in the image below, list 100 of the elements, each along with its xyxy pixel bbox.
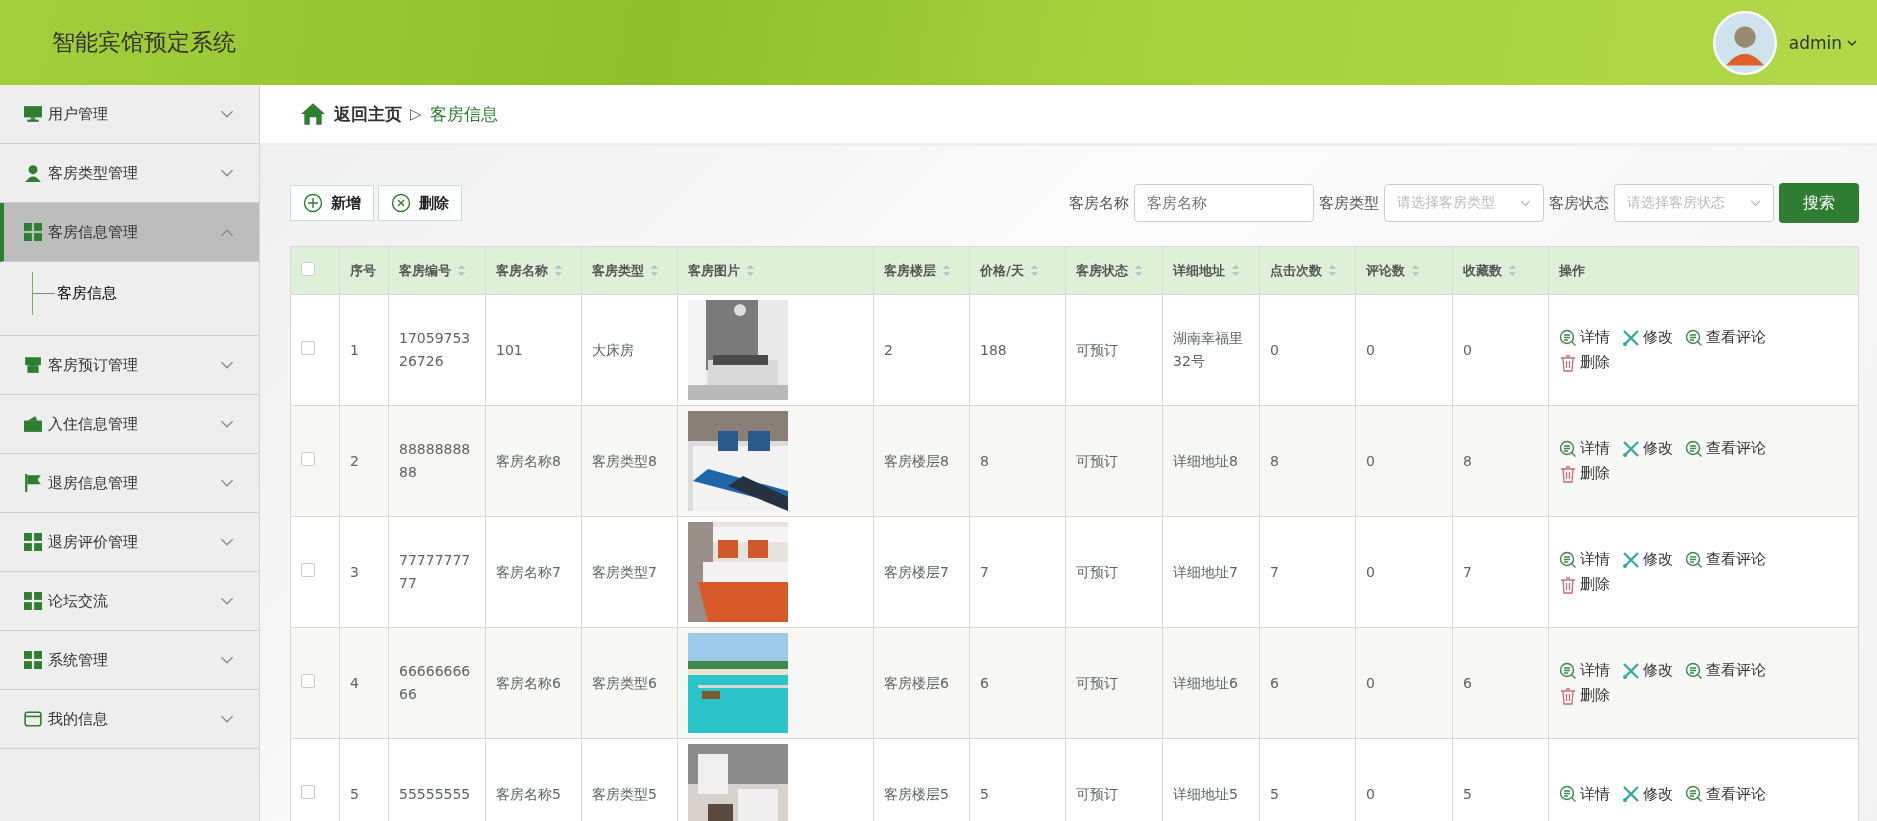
column-header[interactable]: 客房名称 — [485, 246, 582, 295]
edit-link[interactable]: 修改 — [1622, 784, 1673, 804]
grid-icon — [24, 533, 42, 551]
view-link[interactable]: 详情 — [1559, 439, 1610, 458]
checkbox[interactable] — [301, 262, 315, 276]
column-header[interactable]: 客房类型 — [581, 246, 678, 295]
column-header[interactable]: 评论数 — [1355, 246, 1453, 295]
chevron-icon — [1750, 199, 1761, 207]
table-cell-text: 188 — [980, 340, 1007, 360]
sort-icon[interactable] — [1508, 264, 1517, 277]
person-icon — [24, 164, 42, 182]
delete-link[interactable]: 删除 — [1559, 686, 1610, 705]
delete-button[interactable]: 删除 — [378, 185, 462, 221]
sort-icon[interactable] — [650, 264, 659, 277]
column-header[interactable]: 客房图片 — [677, 246, 874, 295]
chevron-icon — [220, 227, 234, 237]
table-cell-text: 客房楼层8 — [884, 451, 949, 471]
delete-link[interactable]: 删除 — [1559, 575, 1610, 594]
chevron-icon — [220, 478, 234, 488]
sidebar-item[interactable]: 我的信息 — [0, 690, 259, 749]
table-cell-text: 客房名称7 — [496, 562, 561, 582]
checkbox[interactable] — [301, 452, 315, 466]
table-cell-text: 7 — [1270, 562, 1279, 582]
table-cell-text: 0 — [1366, 673, 1375, 693]
table-cell-text: 7 — [1463, 562, 1472, 582]
chevron-icon — [220, 109, 234, 119]
grid-icon — [24, 592, 42, 610]
edit-link[interactable]: 修改 — [1622, 439, 1673, 458]
column-header[interactable]: 点击次数 — [1259, 246, 1356, 295]
table-cell-text: 4 — [350, 673, 359, 693]
sidebar-item[interactable]: 系统管理 — [0, 631, 259, 690]
column-header[interactable]: 价格/天 — [969, 246, 1066, 295]
table-cell-text: 可预订 — [1076, 673, 1118, 693]
sidebar-item[interactable]: 客房预订管理 — [0, 336, 259, 395]
add-button[interactable]: 新增 — [290, 185, 374, 221]
sort-icon[interactable] — [746, 264, 755, 277]
checkbox[interactable] — [301, 785, 315, 799]
chevron-icon — [220, 419, 234, 429]
checkbox[interactable] — [301, 674, 315, 688]
view-link[interactable]: 查看评论 — [1685, 784, 1766, 804]
sidebar-item[interactable]: 退房评价管理 — [0, 513, 259, 572]
column-header[interactable]: 客房编号 — [388, 246, 486, 295]
table-cell-text: 55555555 — [399, 784, 471, 804]
edit-link[interactable]: 修改 — [1622, 661, 1673, 680]
chevron-icon — [1520, 199, 1531, 207]
sort-icon[interactable] — [1328, 264, 1337, 277]
table-cell-text: 可预订 — [1076, 562, 1118, 582]
column-header[interactable]: 详细地址 — [1162, 246, 1260, 295]
view-link[interactable]: 详情 — [1559, 550, 1610, 569]
delete-link[interactable]: 删除 — [1559, 353, 1610, 372]
view-link[interactable]: 查看评论 — [1685, 550, 1766, 569]
sort-icon[interactable] — [457, 264, 466, 277]
column-header[interactable]: 客房楼层 — [873, 246, 970, 295]
input-field[interactable]: 客房名称 — [1134, 184, 1314, 222]
view-link[interactable]: 查看评论 — [1685, 661, 1766, 680]
sort-icon[interactable] — [942, 264, 951, 277]
edit-link[interactable]: 修改 — [1622, 328, 1673, 347]
comment-search-icon — [1685, 785, 1703, 803]
table-cell-text: 8 — [1270, 451, 1279, 471]
trash-icon — [1559, 353, 1577, 372]
sort-icon[interactable] — [1411, 264, 1420, 277]
column-header[interactable]: 操作 — [1548, 246, 1859, 295]
sidebar-item[interactable]: 用户管理 — [0, 85, 259, 144]
comment-search-icon — [1559, 550, 1577, 569]
table-cell-text: 客房名称5 — [496, 784, 561, 804]
view-link[interactable]: 详情 — [1559, 661, 1610, 680]
home-link[interactable]: 返回主页 — [334, 102, 402, 126]
sort-icon[interactable] — [554, 264, 563, 277]
view-link[interactable]: 查看评论 — [1685, 328, 1766, 347]
table-cell-text: 客房楼层6 — [884, 673, 949, 693]
checkbox[interactable] — [301, 563, 315, 577]
table-cell-text: 8888888888 — [399, 440, 472, 482]
table-cell-text: 5 — [1270, 784, 1279, 804]
sidebar-item[interactable]: 论坛交流 — [0, 572, 259, 631]
view-link[interactable]: 详情 — [1559, 328, 1610, 347]
column-header[interactable]: 序号 — [339, 246, 389, 295]
sort-icon[interactable] — [1134, 264, 1143, 277]
sidebar-item[interactable]: 入住信息管理 — [0, 395, 259, 454]
user-menu[interactable]: admin — [1788, 32, 1857, 53]
filter-label: 客房类型 — [1319, 193, 1379, 213]
column-header[interactable]: 客房状态 — [1065, 246, 1163, 295]
view-link[interactable]: 详情 — [1559, 784, 1610, 804]
sidebar-item[interactable]: 客房信息管理 — [0, 203, 259, 262]
checkbox[interactable] — [301, 341, 315, 355]
sort-icon[interactable] — [1029, 264, 1039, 277]
view-link[interactable]: 查看评论 — [1685, 439, 1766, 458]
edit-link[interactable]: 修改 — [1622, 550, 1673, 569]
table-cell-text: 6666666666 — [399, 662, 472, 704]
comment-search-icon — [1559, 661, 1577, 680]
table-cell-text: 8 — [1463, 451, 1472, 471]
avatar-icon[interactable] — [1712, 10, 1777, 75]
table-cell-text: 5 — [980, 784, 989, 804]
table-cell-text: 客房楼层7 — [884, 562, 949, 582]
sidebar-item[interactable]: 退房信息管理 — [0, 454, 259, 513]
table-cell-text: 大床房 — [592, 340, 634, 360]
sort-icon[interactable] — [1231, 264, 1240, 277]
delete-link[interactable]: 删除 — [1559, 464, 1610, 483]
search-button[interactable]: 搜索 — [1779, 183, 1859, 223]
table-cell-text: 5 — [350, 784, 359, 804]
column-header[interactable]: 收藏数 — [1452, 246, 1549, 295]
